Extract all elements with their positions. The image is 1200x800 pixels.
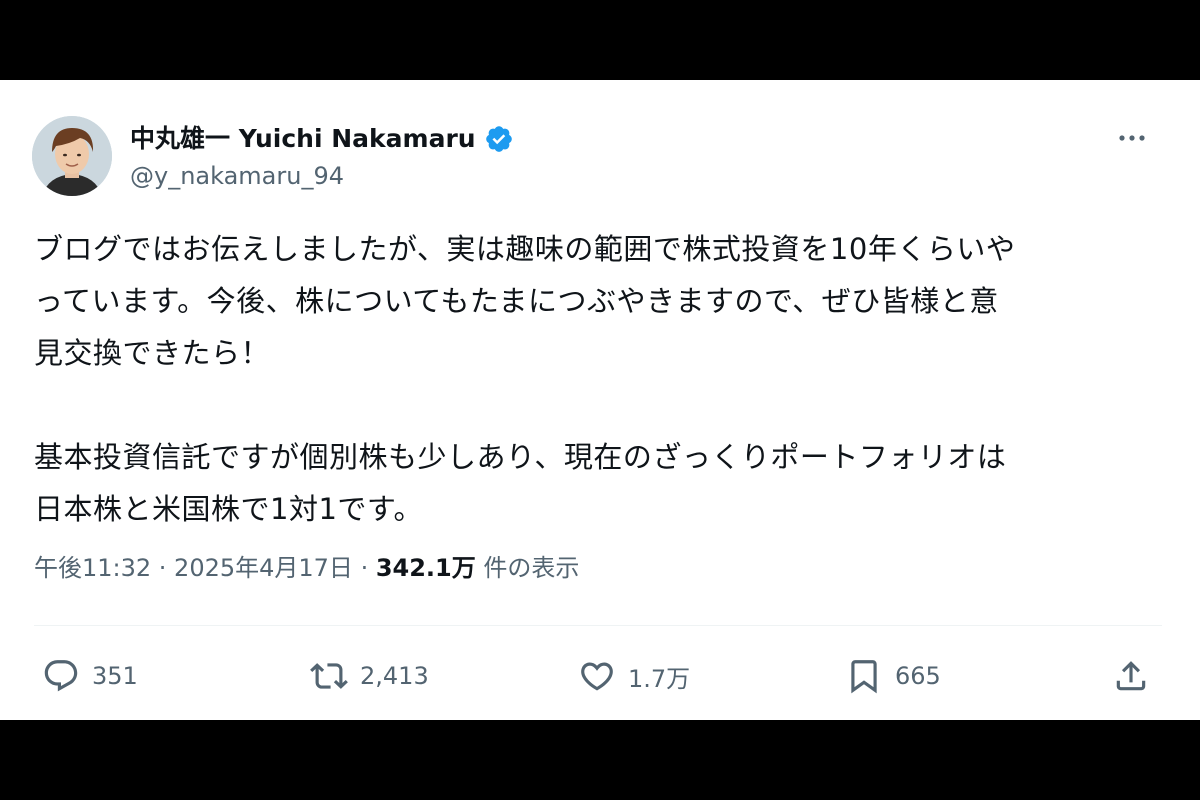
tweet-text: ブログではお伝えしましたが、実は趣味の範囲で株式投資を10年くらいや っています… [34,223,1164,535]
tweet-meta: 午後11:32 · 2025年4月17日 · 342.1万 件の表示 [34,552,579,584]
author-name-text: 中丸雄一 Yuichi Nakamaru [130,124,476,153]
views-count[interactable]: 342.1万 [376,554,476,582]
tweet-text-line: 日本株と米国株で1対1です。 [34,492,424,526]
retweet-button[interactable]: 2,413 [310,654,429,698]
tweet-text-line: 基本投資信託ですが個別株も少しあり、現在のざっくりポートフォリオは [34,440,1007,474]
reply-count: 351 [92,662,138,690]
author-display-name[interactable]: 中丸雄一 Yuichi Nakamaru [130,122,514,156]
reply-button[interactable]: 351 [42,654,138,698]
avatar[interactable] [32,116,112,196]
verified-badge-icon [485,126,512,152]
avatar-photo [32,116,112,196]
bookmark-button[interactable]: 665 [845,654,941,698]
action-bar: 351 2,413 1.7万 665 [0,654,1200,698]
reply-icon [44,660,78,692]
like-button[interactable]: 1.7万 [578,654,690,698]
share-button[interactable] [1112,654,1162,698]
tweet-text-blank-line [34,379,1164,431]
tweet-card: 中丸雄一 Yuichi Nakamaru @y_nakamaru_94 ブログで… [0,80,1200,720]
bookmark-icon [851,660,877,694]
tweet-text-line: っています。今後、株についてもたまにつぶやきますので、ぜひ皆様と意 [34,284,999,318]
retweet-icon [310,663,348,689]
heart-icon [581,662,613,691]
views-label: 件の表示 [475,554,580,582]
share-icon [1116,661,1146,691]
tweet-text-line: ブログではお伝えしましたが、実は趣味の範囲で株式投資を10年くらいや [34,232,1016,266]
divider [34,625,1162,626]
bookmark-count: 665 [895,662,941,690]
tweet-text-line: 見交換できたら！ [34,336,271,370]
author-handle[interactable]: @y_nakamaru_94 [130,160,344,192]
more-options-icon[interactable] [1116,128,1148,148]
tweet-timestamp[interactable]: 午後11:32 · 2025年4月17日 · [34,554,376,582]
retweet-count: 2,413 [360,662,429,690]
like-count: 1.7万 [628,664,691,693]
